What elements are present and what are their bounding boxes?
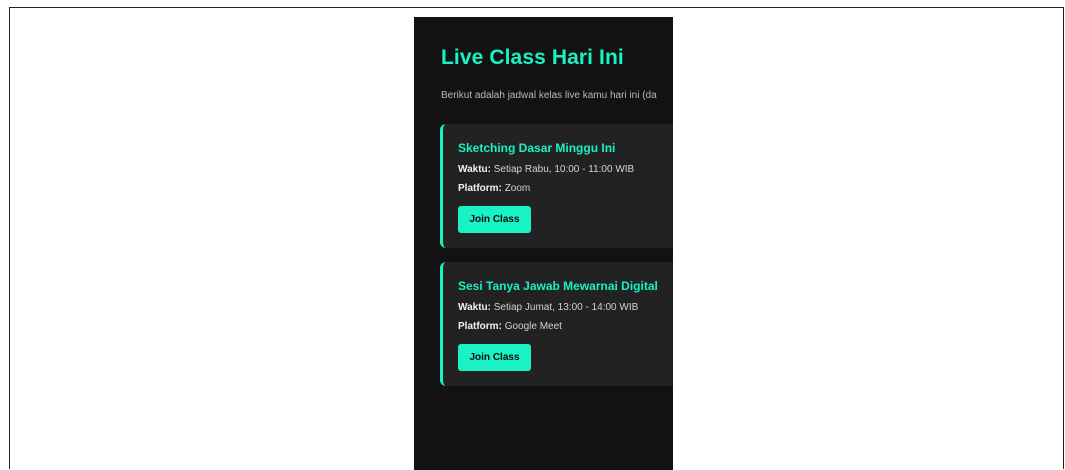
mobile-viewport: Live Class Hari Ini Berikut adalah jadwa… [414,17,673,470]
class-card: Sesi Tanya Jawab Mewarnai Digital Waktu:… [440,262,673,386]
time-value: Setiap Rabu, 10:00 - 11:00 WIB [493,164,635,175]
platform-value: Google Meet [504,321,562,332]
join-class-button[interactable]: Join Class [458,344,531,371]
class-time: Waktu: Setiap Jumat, 13:00 - 14:00 WIB [458,302,638,313]
class-platform: Platform: Google Meet [458,321,562,332]
class-platform: Platform: Zoom [458,183,530,194]
time-label: Waktu: [458,302,491,313]
page-subtitle: Berikut adalah jadwal kelas live kamu ha… [441,90,657,101]
class-title: Sketching Dasar Minggu Ini [458,141,616,155]
platform-value: Zoom [504,183,531,194]
class-card: Sketching Dasar Minggu Ini Waktu: Setiap… [440,124,673,248]
platform-label: Platform: [458,321,502,332]
time-label: Waktu: [458,164,491,175]
platform-label: Platform: [458,183,502,194]
time-value: Setiap Jumat, 13:00 - 14:00 WIB [493,302,639,313]
class-title: Sesi Tanya Jawab Mewarnai Digital [458,279,658,293]
join-class-button[interactable]: Join Class [458,206,531,233]
page-title: Live Class Hari Ini [441,46,624,69]
class-time: Waktu: Setiap Rabu, 10:00 - 11:00 WIB [458,164,634,175]
